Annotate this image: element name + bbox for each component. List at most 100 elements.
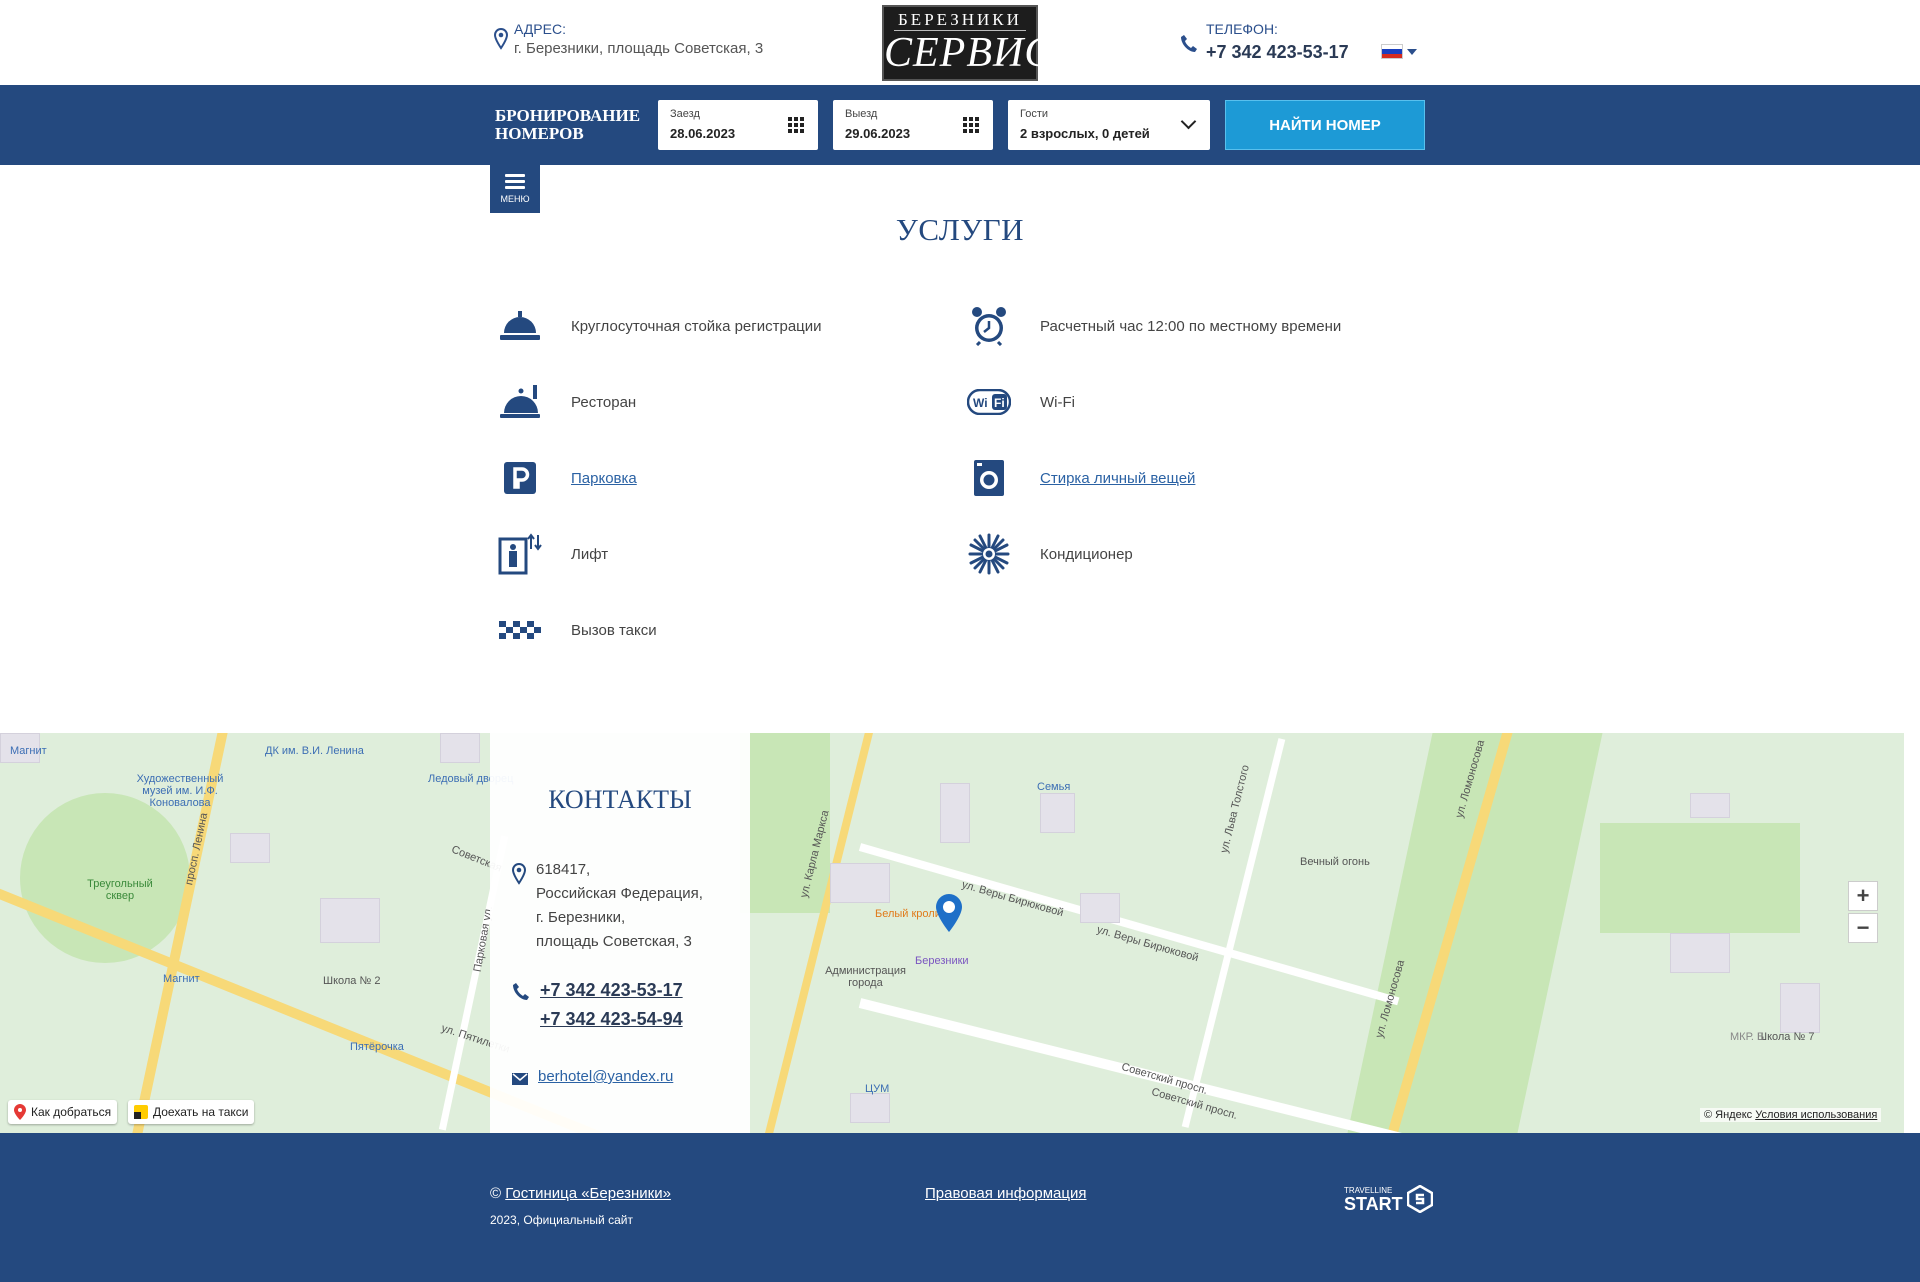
map-poi[interactable]: Пятёрочка <box>350 1041 404 1053</box>
checkout-value: 29.06.2023 <box>845 126 911 141</box>
street-label: МКР. Б <box>1730 1031 1765 1043</box>
map-taxi-button[interactable]: Доехать на такси <box>128 1100 255 1124</box>
address-line: 618417, <box>536 861 591 878</box>
elevator-icon <box>497 531 543 577</box>
address-text: г. Березники, площадь Советская, 3 <box>514 40 764 57</box>
map-poi[interactable]: ЦУМ <box>865 1083 889 1095</box>
taxi-checker-icon <box>497 607 543 653</box>
contacts-phones: +7 342 423-53-17 +7 342 423-54-94 <box>512 976 683 1034</box>
calendar-icon <box>963 117 979 133</box>
phone-link[interactable]: +7 342 423-53-17 <box>540 976 683 1005</box>
logo-bottom-text: СЕРВИС <box>884 30 1054 76</box>
guests-select[interactable]: Гости 2 взрослых, 0 детей <box>1008 100 1210 150</box>
map-poi[interactable]: Семья <box>1037 781 1070 793</box>
taxi-icon <box>134 1105 148 1119</box>
map-poi[interactable]: Школа № 2 <box>323 975 380 987</box>
service-label: Вызов такси <box>571 621 657 639</box>
map-poi[interactable]: Магнит <box>10 745 47 757</box>
map-poi[interactable]: Администрация города <box>818 965 913 989</box>
contacts-panel: КОНТАКТЫ 618417, Российская Федерация, г… <box>490 733 750 1133</box>
phone-label: ТЕЛЕФОН: <box>1206 21 1278 37</box>
yandex-map[interactable]: Магнит Художественный музей им. И.Ф. Кон… <box>0 733 1904 1133</box>
service-label: Лифт <box>571 545 609 563</box>
hamburger-icon <box>505 174 525 189</box>
hotel-home-link[interactable]: Гостиница «Березники» <box>505 1185 671 1202</box>
service-item-parking[interactable]: Парковка <box>497 453 637 503</box>
find-room-button[interactable]: НАЙТИ НОМЕР <box>1225 100 1425 150</box>
header-address: АДРЕС: г. Березники, площадь Советская, … <box>494 20 763 60</box>
snowflake-icon <box>966 531 1012 577</box>
alarm-clock-icon <box>966 303 1012 349</box>
booking-title-line1: БРОНИРОВАНИЕ <box>495 106 641 125</box>
map-copyright: © Яндекс Условия использования <box>1700 1108 1882 1122</box>
reception-bell-icon <box>497 303 543 349</box>
map-poi[interactable]: Художественный музей им. И.Ф. Коновалова <box>135 773 225 809</box>
map-taxi-label: Доехать на такси <box>153 1105 249 1119</box>
washing-machine-icon <box>966 455 1012 501</box>
header-phone[interactable]: ТЕЛЕФОН: +7 342 423-53-17 <box>1180 20 1349 66</box>
svg-text:Wi: Wi <box>973 396 988 410</box>
phone-link[interactable]: +7 342 423-54-94 <box>540 1005 683 1034</box>
language-selector[interactable] <box>1381 44 1417 59</box>
restaurant-cloche-icon <box>497 379 543 425</box>
service-label: Wi-Fi <box>1040 393 1075 411</box>
hotel-logo[interactable]: БЕРЕЗНИКИ СЕРВИС <box>882 5 1054 81</box>
email-link[interactable]: berhotel@yandex.ru <box>538 1068 673 1085</box>
map-zoom-out-button[interactable]: − <box>1848 913 1878 943</box>
travelline-logo[interactable]: TRAVELLINE START <box>1344 1185 1433 1213</box>
footer-subline: 2023, Официальный сайт <box>490 1213 633 1227</box>
map-route-button[interactable]: Как добраться <box>8 1100 118 1124</box>
site-footer: © Гостиница «Березники» 2023, Официальны… <box>0 1133 1920 1282</box>
service-item: Расчетный час 12:00 по местному времени <box>966 301 1341 351</box>
checkin-date-field[interactable]: Заезд 28.06.2023 <box>658 100 818 150</box>
booking-bar: БРОНИРОВАНИЕ НОМЕРОВ Заезд 28.06.2023 Вы… <box>0 85 1920 165</box>
chevron-down-icon <box>1407 48 1417 55</box>
map-poi[interactable]: Магнит <box>163 973 200 985</box>
address-line: площадь Советская, 3 <box>536 933 692 950</box>
calendar-icon <box>788 117 804 133</box>
contacts-address: 618417, Российская Федерация, г. Березни… <box>512 858 703 954</box>
address-label: АДРЕС: <box>514 21 566 37</box>
hotel-marker-icon[interactable] <box>935 893 963 933</box>
footer-copyright: © Гостиница «Березники» <box>490 1185 671 1202</box>
checkin-label: Заезд <box>670 108 700 120</box>
service-item-laundry[interactable]: Стирка личный вещей <box>966 453 1195 503</box>
service-label: Круглосуточная стойка регистрации <box>571 317 822 335</box>
map-zoom-in-button[interactable]: + <box>1848 881 1878 911</box>
booking-title-line2: НОМЕРОВ <box>495 124 584 143</box>
logo-top-text: БЕРЕЗНИКИ <box>894 10 1026 31</box>
parking-link[interactable]: Парковка <box>571 470 637 487</box>
checkin-value: 28.06.2023 <box>670 126 736 141</box>
service-label: Расчетный час 12:00 по местному времени <box>1040 317 1342 335</box>
contacts-title: КОНТАКТЫ <box>548 785 692 814</box>
map-terms-link[interactable]: Условия использования <box>1755 1109 1877 1121</box>
svg-text:Fi: Fi <box>994 396 1005 410</box>
map-poi[interactable]: Вечный огонь <box>1300 856 1370 868</box>
service-item: Лифт <box>497 529 608 579</box>
menu-button[interactable]: МЕНЮ <box>490 165 540 213</box>
service-item: Вызов такси <box>497 605 657 655</box>
map-poi[interactable]: ДК им. В.И. Ленина <box>265 745 364 757</box>
street-label: ул. Льва Толстого <box>1218 763 1252 855</box>
phone-icon <box>1181 35 1197 52</box>
phone-number[interactable]: +7 342 423-53-17 <box>1206 38 1349 66</box>
phone-icon <box>513 983 529 1000</box>
location-pin-icon <box>494 28 508 50</box>
route-pin-icon <box>14 1104 26 1120</box>
laundry-link[interactable]: Стирка личный вещей <box>1040 470 1195 487</box>
service-item: Wi Fi Wi-Fi <box>966 377 1075 427</box>
top-header: АДРЕС: г. Березники, площадь Советская, … <box>0 0 1920 85</box>
map-copyright-text: © Яндекс <box>1704 1109 1753 1121</box>
map-poi[interactable]: Школа № 7 <box>1757 1031 1814 1043</box>
wifi-icon: Wi Fi <box>966 379 1012 425</box>
map-poi[interactable]: Треугольный сквер <box>85 878 155 902</box>
street-label: просп. Ленина <box>183 811 211 887</box>
hotel-marker-label[interactable]: Березники <box>915 955 969 967</box>
guests-label: Гости <box>1020 108 1049 120</box>
guests-value: 2 взрослых, 0 детей <box>1020 126 1150 141</box>
legal-info-link[interactable]: Правовая информация <box>925 1185 1086 1202</box>
checkout-date-field[interactable]: Выезд 29.06.2023 <box>833 100 993 150</box>
location-pin-icon <box>512 863 526 885</box>
russia-flag-icon <box>1381 44 1403 59</box>
service-item: Ресторан <box>497 377 636 427</box>
